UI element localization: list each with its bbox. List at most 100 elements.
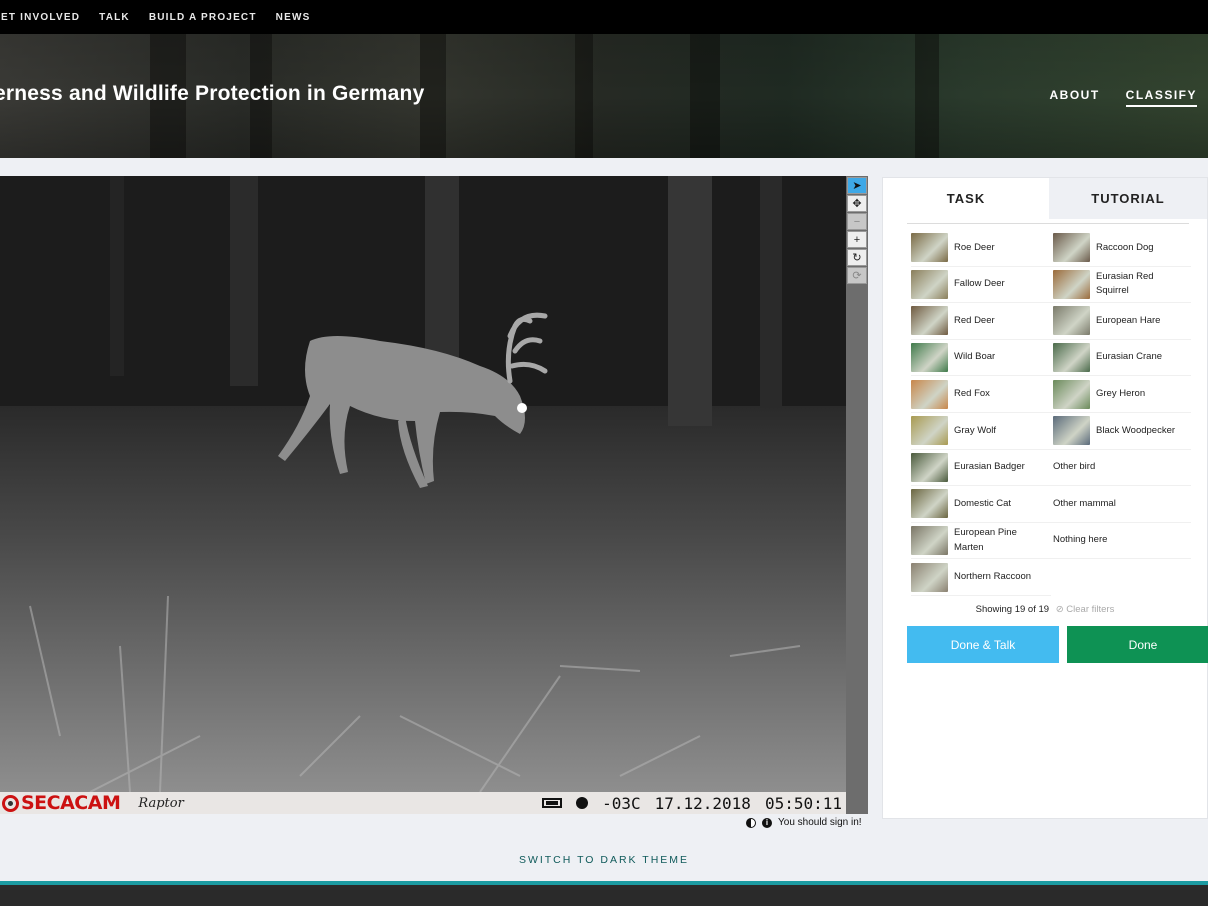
species-choice[interactable]: Red Fox xyxy=(911,376,1051,413)
camera-time: 05:50:11 xyxy=(764,793,842,813)
species-choice[interactable]: European Hare xyxy=(1051,303,1191,340)
camera-info-strip: SECACAM Raptor -03C 17.12.2018 05:50:11 xyxy=(0,792,846,814)
species-choice[interactable]: Fallow Deer xyxy=(911,267,1051,304)
move-icon: ✥ xyxy=(852,198,862,210)
done-button[interactable]: Done xyxy=(1067,626,1208,663)
species-choice[interactable]: Black Woodpecker xyxy=(1051,413,1191,450)
species-label: Other bird xyxy=(1053,461,1096,473)
species-choice[interactable]: Nothing here xyxy=(1051,523,1191,560)
project-hero: erness and Wildlife Protection in German… xyxy=(0,34,1208,158)
signin-message[interactable]: You should sign in! xyxy=(778,817,862,828)
species-choice[interactable]: Other mammal xyxy=(1051,486,1191,523)
species-label: Fallow Deer xyxy=(954,278,1005,290)
zoom-in-button[interactable]: + xyxy=(847,231,867,248)
info-icon[interactable]: i xyxy=(762,817,772,828)
theme-contrast-icon[interactable] xyxy=(746,817,756,828)
nav-get-involved[interactable]: GET INVOLVED xyxy=(0,12,80,23)
species-label: Eurasian Red Squirrel xyxy=(1096,271,1154,297)
camera-model: Raptor xyxy=(138,795,184,811)
species-label: European Pine Marten xyxy=(954,527,1017,553)
species-label: Domestic Cat xyxy=(954,497,1012,509)
species-label: Other mammal xyxy=(1053,497,1116,509)
species-thumbnail xyxy=(1053,306,1090,336)
tab-divider xyxy=(907,223,1189,224)
species-label: Eurasian Crane xyxy=(1096,351,1163,363)
species-thumbnail xyxy=(911,269,948,299)
species-choices: Roe Deer Fallow Deer Red Deer Wild Boar Red … xyxy=(911,230,1207,596)
species-choice[interactable]: Eurasian Crane xyxy=(1051,340,1191,377)
species-label: Roe Deer xyxy=(954,241,995,253)
signin-notice: i You should sign in! xyxy=(746,817,862,828)
nav-talk[interactable]: TALK xyxy=(99,12,130,23)
nav-news[interactable]: NEWS xyxy=(276,12,311,23)
site-footer xyxy=(0,881,1208,906)
species-thumbnail xyxy=(911,379,948,409)
zoom-out-button[interactable]: − xyxy=(847,213,867,230)
rotate-button[interactable]: ↻ xyxy=(847,249,867,266)
battery-icon xyxy=(542,798,563,808)
species-choice[interactable]: Grey Heron xyxy=(1051,376,1191,413)
viewer-toolbar: ➤ ✥ − + ↻ ⟳ xyxy=(846,176,868,814)
project-title[interactable]: erness and Wildlife Protection in German… xyxy=(0,82,424,106)
clear-filters-button[interactable]: ⊘ Clear filters xyxy=(1056,604,1115,615)
species-thumbnail xyxy=(911,233,948,263)
project-nav-about[interactable]: ABOUT xyxy=(1049,88,1099,107)
project-nav: ABOUT CLASSIFY xyxy=(1049,88,1197,107)
reset-button[interactable]: ⟳ xyxy=(847,267,867,284)
reset-icon: ⟳ xyxy=(852,270,862,282)
project-nav-classify[interactable]: CLASSIFY xyxy=(1125,88,1197,107)
species-choice[interactable]: Gray Wolf xyxy=(911,413,1051,450)
camera-trap-image[interactable] xyxy=(0,176,846,792)
species-label: European Hare xyxy=(1096,314,1161,326)
camera-brand-logo: SECACAM xyxy=(2,792,121,814)
showing-count: Showing 19 of 19 xyxy=(975,603,1050,615)
task-panel: TASK TUTORIAL Roe Deer Fallow Deer Red Dee… xyxy=(882,177,1208,819)
species-choice[interactable]: Raccoon Dog xyxy=(1051,230,1191,267)
species-label: Northern Raccoon xyxy=(954,571,1032,583)
species-choice[interactable]: Northern Raccoon xyxy=(911,559,1051,596)
nav-build-a-project[interactable]: BUILD A PROJECT xyxy=(149,12,257,23)
species-thumbnail xyxy=(911,306,948,336)
species-column-left: Roe Deer Fallow Deer Red Deer Wild Boar Red … xyxy=(911,230,1051,596)
species-thumbnail xyxy=(911,526,948,556)
species-label: Wild Boar xyxy=(954,351,996,363)
move-button[interactable]: ✥ xyxy=(847,195,867,212)
species-label: Red Deer xyxy=(954,314,995,326)
done-and-talk-button[interactable]: Done & Talk xyxy=(907,626,1059,663)
species-choice[interactable]: Red Deer xyxy=(911,303,1051,340)
species-choice[interactable]: Domestic Cat xyxy=(911,486,1051,523)
species-thumbnail xyxy=(1053,233,1090,263)
tab-task[interactable]: TASK xyxy=(883,178,1049,219)
species-thumbnail xyxy=(911,343,948,373)
species-label: Gray Wolf xyxy=(954,424,997,436)
species-thumbnail xyxy=(911,489,948,519)
camera-trap-scene xyxy=(0,176,846,792)
species-thumbnail xyxy=(911,416,948,446)
species-choice[interactable]: European Pine Marten xyxy=(911,523,1051,560)
zoom-in-icon: + xyxy=(853,233,861,246)
filter-status: Showing 19 of 19 ⊘ Clear filters xyxy=(883,604,1207,615)
species-label: Eurasian Badger xyxy=(954,461,1025,473)
species-thumbnail xyxy=(1053,269,1090,299)
species-choice[interactable]: Roe Deer xyxy=(911,230,1051,267)
species-thumbnail xyxy=(911,452,948,482)
pointer-button[interactable]: ➤ xyxy=(847,177,867,194)
species-choice[interactable]: Eurasian Red Squirrel xyxy=(1051,267,1191,304)
species-label: Grey Heron xyxy=(1096,388,1146,400)
subject-viewer[interactable]: SECACAM Raptor -03C 17.12.2018 05:50:11 xyxy=(0,176,846,814)
species-thumbnail xyxy=(911,562,948,592)
zoom-out-icon: − xyxy=(853,215,861,228)
tab-tutorial[interactable]: TUTORIAL xyxy=(1049,178,1207,219)
camera-readout: -03C 17.12.2018 05:50:11 xyxy=(542,794,842,813)
camera-lens-icon xyxy=(2,794,19,812)
species-choice[interactable]: Eurasian Badger xyxy=(911,450,1051,487)
switch-theme-link[interactable]: SWITCH TO DARK THEME xyxy=(0,854,1208,866)
species-choice[interactable]: Other bird xyxy=(1051,450,1191,487)
species-column-right: Raccoon Dog Eurasian Red Squirrel European… xyxy=(1051,230,1191,596)
species-thumbnail xyxy=(1053,416,1090,446)
moon-icon xyxy=(576,797,589,809)
species-label: Raccoon Dog xyxy=(1096,241,1154,253)
species-label: Nothing here xyxy=(1053,534,1108,546)
camera-date: 17.12.2018 xyxy=(654,793,751,813)
species-choice[interactable]: Wild Boar xyxy=(911,340,1051,377)
